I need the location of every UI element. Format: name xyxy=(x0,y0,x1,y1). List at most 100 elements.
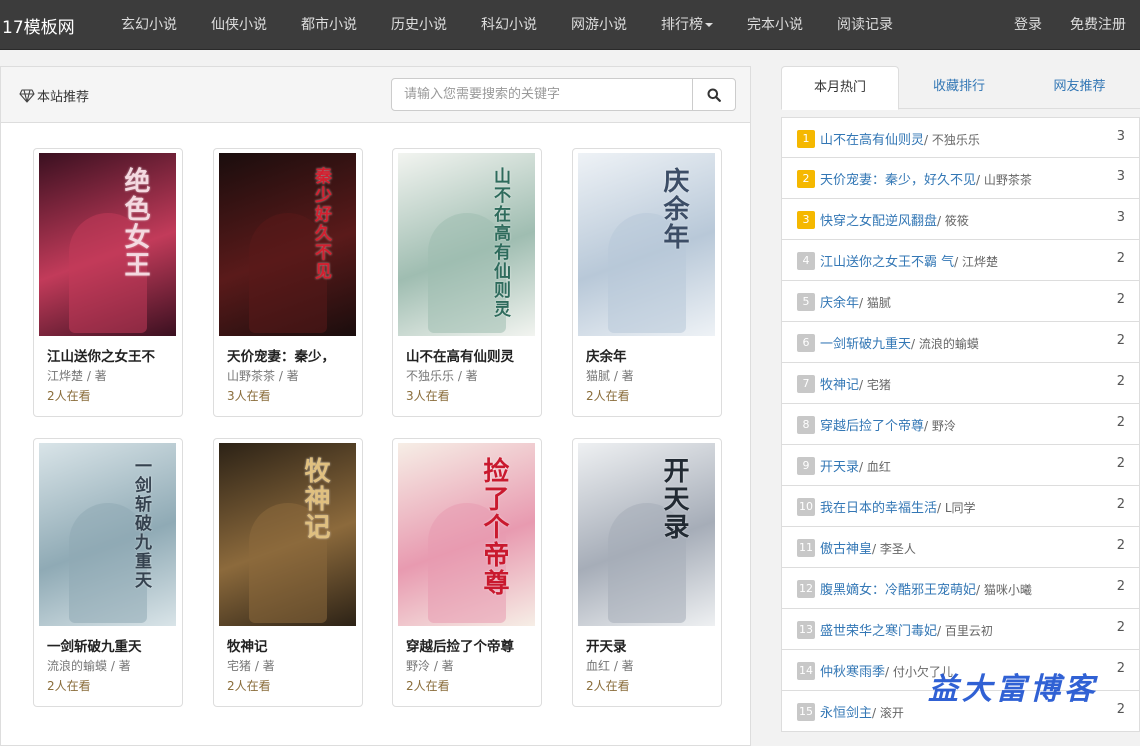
search-button[interactable] xyxy=(692,78,736,111)
rank-count: 2 xyxy=(1116,538,1125,553)
rank-number-badge: 13 xyxy=(797,621,815,639)
tab-favorites[interactable]: 收藏排行 xyxy=(899,66,1019,109)
search-input[interactable] xyxy=(391,78,693,111)
cover-title-text: 秦少好久不见 xyxy=(311,167,331,281)
rank-number-badge: 5 xyxy=(797,293,815,311)
book-card[interactable]: 牧神记 牧神记 宅猪 / 著 2人在看 xyxy=(213,438,363,707)
book-cover-image[interactable]: 绝色女王 xyxy=(39,153,176,336)
rank-book-title[interactable]: 仲秋寒雨季 xyxy=(820,665,885,680)
book-author: 不独乐乐 / 著 xyxy=(406,369,478,383)
book-cover-image[interactable]: 捡了个帝尊 xyxy=(398,443,535,626)
rank-book-title[interactable]: 开天录 xyxy=(820,460,859,475)
rank-book-title[interactable]: 快穿之女配逆风翻盘 xyxy=(820,214,937,229)
nav-ranking-label: 排行榜 xyxy=(661,17,703,33)
rank-item[interactable]: 6 一剑斩破九重天/ 流浪的蝓蟆 2 xyxy=(781,322,1140,363)
nav-link-xuanhuan[interactable]: 玄幻小说 xyxy=(104,0,194,50)
book-author: 宅猪 / 著 xyxy=(227,659,275,673)
login-link[interactable]: 登录 xyxy=(1000,0,1056,50)
rank-count: 2 xyxy=(1116,620,1125,635)
rank-number-badge: 9 xyxy=(797,457,815,475)
rank-book-title[interactable]: 山不在高有仙则灵 xyxy=(820,133,924,148)
nav-link-lishi[interactable]: 历史小说 xyxy=(374,0,464,50)
tab-monthly-hot[interactable]: 本月热门 xyxy=(781,66,899,110)
rank-entry: 我在日本的幸福生活/ L同学 xyxy=(820,497,976,516)
rank-item[interactable]: 10 我在日本的幸福生活/ L同学 2 xyxy=(781,486,1140,527)
book-card[interactable]: 一剑斩破九重天 一剑斩破九重天 流浪的蝓蟆 / 著 2人在看 xyxy=(33,438,183,707)
rank-item[interactable]: 9 开天录/ 血红 2 xyxy=(781,445,1140,486)
nav-link-kehuan[interactable]: 科幻小说 xyxy=(464,0,554,50)
rank-count: 2 xyxy=(1116,579,1125,594)
book-card[interactable]: 开天录 开天录 血红 / 著 2人在看 xyxy=(572,438,722,707)
rank-book-title[interactable]: 傲古神皇 xyxy=(820,542,872,557)
nav-link-ranking[interactable]: 排行榜 xyxy=(644,0,730,50)
rank-book-title[interactable]: 盛世荣华之寒门毒妃 xyxy=(820,624,937,639)
rank-item[interactable]: 3 快穿之女配逆风翻盘/ 筱筱 3 xyxy=(781,199,1140,240)
rank-book-title[interactable]: 牧神记 xyxy=(820,378,859,393)
ranking-list: 1 山不在高有仙则灵/ 不独乐乐 3 2 天价宠妻：秦少，好久不见/ 山野茶茶 3 3 快穿之… xyxy=(781,117,1140,732)
book-card[interactable]: 秦少好久不见 天价宠妻：秦少， 山野茶茶 / 著 3人在看 xyxy=(213,148,363,417)
register-link[interactable]: 免费注册 xyxy=(1056,0,1140,50)
book-title[interactable]: 山不在高有仙则灵 xyxy=(406,345,534,365)
rank-item[interactable]: 1 山不在高有仙则灵/ 不独乐乐 3 xyxy=(781,117,1140,158)
book-readers: 3人在看 xyxy=(227,389,271,403)
rank-item[interactable]: 4 江山送你之女王不霸 气/ 江烨楚 2 xyxy=(781,240,1140,281)
book-title[interactable]: 一剑斩破九重天 xyxy=(47,635,175,655)
book-cover-image[interactable]: 一剑斩破九重天 xyxy=(39,443,176,626)
book-cover-image[interactable]: 山不在高有仙则灵 xyxy=(398,153,535,336)
rank-entry: 江山送你之女王不霸 气/ 江烨楚 xyxy=(820,251,998,270)
book-title[interactable]: 开天录 xyxy=(586,635,714,655)
rank-book-title[interactable]: 一剑斩破九重天 xyxy=(820,337,911,352)
rank-item[interactable]: 5 庆余年/ 猫腻 2 xyxy=(781,281,1140,322)
book-card[interactable]: 庆余年 庆余年 猫腻 / 著 2人在看 xyxy=(572,148,722,417)
book-title[interactable]: 穿越后捡了个帝尊 xyxy=(406,635,534,655)
rank-entry: 穿越后捡了个帝尊/ 野泠 xyxy=(820,415,956,434)
rank-item[interactable]: 2 天价宠妻：秦少，好久不见/ 山野茶茶 3 xyxy=(781,158,1140,199)
caret-down-icon xyxy=(705,23,713,27)
book-cover-image[interactable]: 秦少好久不见 xyxy=(219,153,356,336)
book-cover-image[interactable]: 开天录 xyxy=(578,443,715,626)
rank-item[interactable]: 11 傲古神皇/ 李圣人 2 xyxy=(781,527,1140,568)
book-title[interactable]: 牧神记 xyxy=(227,635,355,655)
rank-book-title[interactable]: 庆余年 xyxy=(820,296,859,311)
cover-title-text: 捡了个帝尊 xyxy=(479,457,509,597)
book-cover-image[interactable]: 牧神记 xyxy=(219,443,356,626)
rank-book-author: / 宅猪 xyxy=(859,378,891,392)
book-readers: 2人在看 xyxy=(406,679,450,693)
rank-book-author: / L同学 xyxy=(937,501,976,515)
rank-book-title[interactable]: 江山送你之女王不霸 气 xyxy=(820,255,954,270)
ranking-tabs: 本月热门 收藏排行 网友推荐 xyxy=(781,66,1140,110)
rank-item[interactable]: 7 牧神记/ 宅猪 2 xyxy=(781,363,1140,404)
rank-book-author: / 流浪的蝓蟆 xyxy=(911,337,979,351)
rank-book-title[interactable]: 天价宠妻：秦少，好久不见 xyxy=(820,173,976,188)
book-title[interactable]: 江山送你之女王不 xyxy=(47,345,175,365)
nav-account: 登录 免费注册 xyxy=(1000,0,1140,50)
nav-link-history[interactable]: 阅读记录 xyxy=(820,0,910,50)
rank-count: 2 xyxy=(1116,251,1125,266)
book-readers: 2人在看 xyxy=(586,679,630,693)
book-card[interactable]: 绝色女王 江山送你之女王不 江烨楚 / 著 2人在看 xyxy=(33,148,183,417)
nav-link-dushi[interactable]: 都市小说 xyxy=(284,0,374,50)
nav-link-wangyou[interactable]: 网游小说 xyxy=(554,0,644,50)
rank-book-title[interactable]: 我在日本的幸福生活 xyxy=(820,501,937,516)
rank-entry: 山不在高有仙则灵/ 不独乐乐 xyxy=(820,129,980,148)
rank-item[interactable]: 12 腹黑嫡女：冷酷邪王宠萌妃/ 猫咪小曦 2 xyxy=(781,568,1140,609)
rank-book-title[interactable]: 穿越后捡了个帝尊 xyxy=(820,419,924,434)
rank-item[interactable]: 8 穿越后捡了个帝尊/ 野泠 2 xyxy=(781,404,1140,445)
rank-book-title[interactable]: 永恒剑主 xyxy=(820,706,872,721)
cover-title-text: 一剑斩破九重天 xyxy=(131,457,151,590)
rank-book-title[interactable]: 腹黑嫡女：冷酷邪王宠萌妃 xyxy=(820,583,976,598)
book-title[interactable]: 天价宠妻：秦少， xyxy=(227,345,355,365)
rank-count: 3 xyxy=(1116,129,1125,144)
book-author: 江烨楚 / 著 xyxy=(47,369,107,383)
rank-item[interactable]: 13 盛世荣华之寒门毒妃/ 百里云初 2 xyxy=(781,609,1140,650)
book-card[interactable]: 捡了个帝尊 穿越后捡了个帝尊 野泠 / 著 2人在看 xyxy=(392,438,542,707)
nav-link-wanben[interactable]: 完本小说 xyxy=(730,0,820,50)
tab-recommended[interactable]: 网友推荐 xyxy=(1019,66,1140,109)
recommend-title-text: 本站推荐 xyxy=(37,90,90,105)
book-title[interactable]: 庆余年 xyxy=(586,345,714,365)
nav-link-xianxia[interactable]: 仙侠小说 xyxy=(194,0,284,50)
site-logo[interactable]: 17模板网 xyxy=(2,13,75,38)
book-card[interactable]: 山不在高有仙则灵 山不在高有仙则灵 不独乐乐 / 著 3人在看 xyxy=(392,148,542,417)
search-icon xyxy=(707,88,721,102)
book-cover-image[interactable]: 庆余年 xyxy=(578,153,715,336)
